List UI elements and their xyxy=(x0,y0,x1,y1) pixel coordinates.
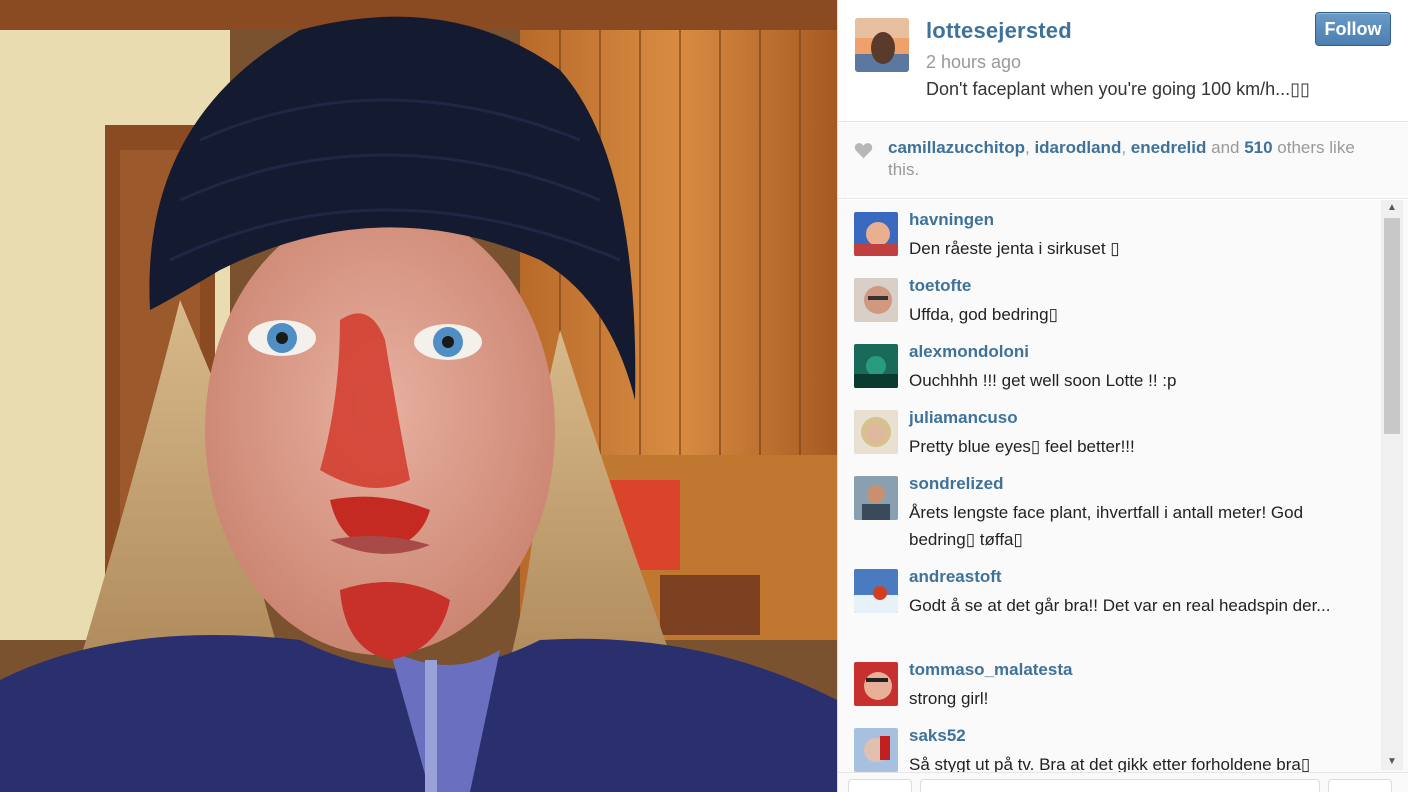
likes-summary: camillazucchitop, idarodland, enedrelid … xyxy=(838,123,1408,199)
comment-text: Årets lengste face plant, ihvertfall i a… xyxy=(909,503,1304,549)
post-header: lottesejersted 2 hours ago Don't facepla… xyxy=(838,0,1408,122)
more-options-button[interactable] xyxy=(1328,779,1392,792)
comment-text: Ouchhhh !!! get well soon Lotte !! :p xyxy=(909,371,1177,390)
comment-text: Pretty blue eyes▯ feel better!!! xyxy=(909,437,1135,456)
scrollbar-thumb[interactable] xyxy=(1384,218,1400,434)
comments-list: havningen Den råeste jenta i sirkuset ▯ … xyxy=(838,200,1408,772)
like-button[interactable] xyxy=(848,779,912,792)
avatar[interactable] xyxy=(854,569,898,613)
comment-username[interactable]: andreastoft xyxy=(909,567,1002,587)
comment-username[interactable]: havningen xyxy=(909,210,994,230)
post-detail-panel: lottesejersted 2 hours ago Don't facepla… xyxy=(837,0,1408,792)
arrow-up-icon[interactable]: ▲ xyxy=(1381,200,1403,216)
comment-username[interactable]: toetofte xyxy=(909,276,971,296)
avatar[interactable] xyxy=(854,662,898,706)
comment-username[interactable]: juliamancuso xyxy=(909,408,1018,428)
liker-link[interactable]: camillazucchitop xyxy=(888,138,1025,157)
post-photo xyxy=(0,0,837,792)
comment-text: Godt å se at det går bra!! Det var en re… xyxy=(909,596,1331,615)
post-timestamp: 2 hours ago xyxy=(926,52,1022,72)
liker-link[interactable]: idarodland xyxy=(1034,138,1121,157)
comment-text: Så stygt ut på tv. Bra at det gikk etter… xyxy=(909,755,1311,772)
arrow-down-icon[interactable]: ▼ xyxy=(1381,754,1403,770)
comment-username[interactable]: alexmondoloni xyxy=(909,342,1029,362)
likes-separator: , xyxy=(1121,138,1131,157)
avatar[interactable] xyxy=(854,212,898,256)
heart-icon[interactable] xyxy=(854,142,873,159)
comment-username[interactable]: sondrelized xyxy=(909,474,1003,494)
comment-username[interactable]: tommaso_malatesta xyxy=(909,660,1072,680)
comment-text: strong girl! xyxy=(909,689,989,708)
comment-text: Uffda, god bedring▯ xyxy=(909,305,1058,324)
comment-footer xyxy=(838,772,1408,792)
avatar[interactable] xyxy=(854,728,898,772)
avatar[interactable] xyxy=(854,344,898,388)
likes-count[interactable]: 510 xyxy=(1244,138,1272,157)
comments-scrollbar[interactable]: ▲ ▼ xyxy=(1381,200,1403,770)
likes-and: and xyxy=(1206,138,1245,157)
avatar[interactable] xyxy=(854,278,898,322)
post-caption: Don't faceplant when you're going 100 km… xyxy=(926,79,1310,99)
liker-link[interactable]: enedrelid xyxy=(1131,138,1207,157)
follow-button[interactable]: Follow xyxy=(1315,12,1391,46)
comment-username[interactable]: saks52 xyxy=(909,726,966,746)
post-username[interactable]: lottesejersted xyxy=(926,18,1072,44)
comment-text: Den råeste jenta i sirkuset ▯ xyxy=(909,239,1120,258)
comment-input[interactable] xyxy=(920,779,1320,792)
avatar[interactable] xyxy=(854,476,898,520)
avatar[interactable] xyxy=(854,410,898,454)
avatar[interactable] xyxy=(855,18,909,72)
